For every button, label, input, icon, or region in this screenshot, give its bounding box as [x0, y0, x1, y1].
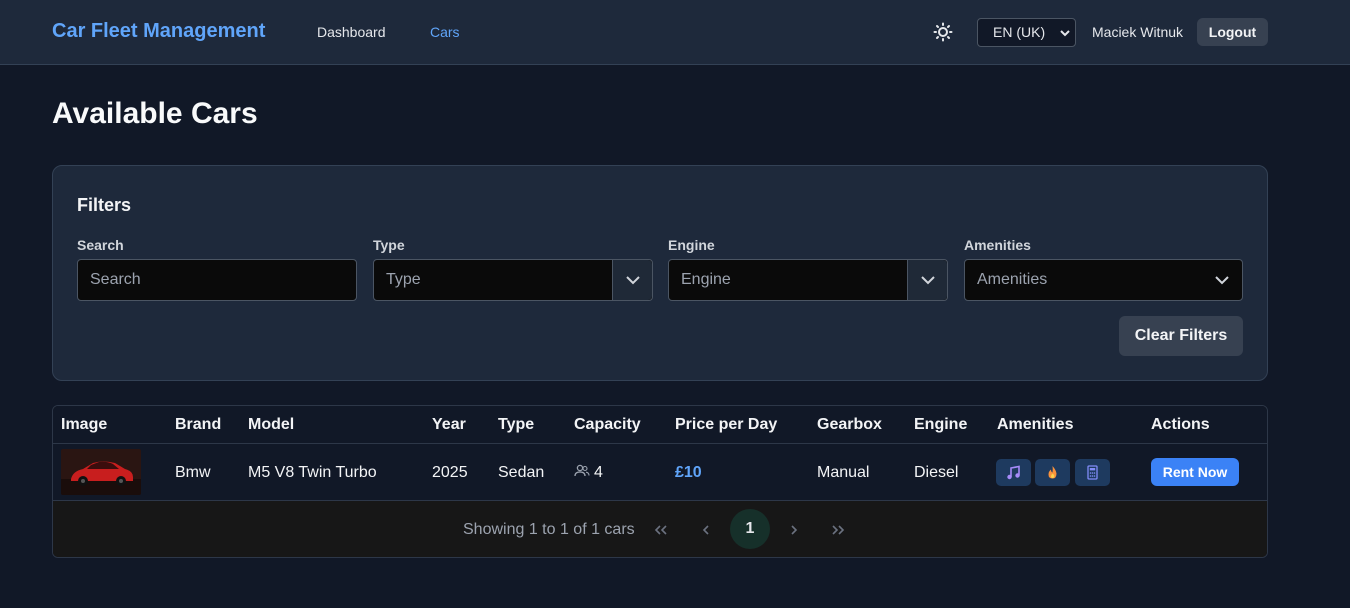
column-header: Capacity [574, 416, 641, 433]
cars-table: Image Brand Model Year Type Capacity Pri… [52, 405, 1268, 558]
type-dropdown-button[interactable] [613, 260, 652, 300]
column-header: Amenities [997, 416, 1074, 433]
car-type: Sedan [498, 464, 545, 481]
column-header: Brand [175, 416, 222, 433]
engine-label: Engine [668, 237, 715, 253]
top-navbar: Car Fleet Management Dashboard Cars EN (… [0, 0, 1350, 65]
column-header: Image [61, 416, 108, 433]
table-header: Image Brand Model Year Type Capacity Pri… [53, 406, 1267, 444]
car-price: £10 [675, 464, 702, 481]
chevron-down-icon [921, 276, 935, 285]
chevron-down-icon [626, 276, 640, 285]
column-header: Type [498, 416, 535, 433]
engine-select[interactable]: Engine [668, 259, 948, 301]
first-page-icon[interactable] [651, 520, 671, 540]
search-label: Search [77, 237, 124, 253]
car-model: M5 V8 Twin Turbo [248, 464, 377, 481]
car-brand: Bmw [175, 464, 211, 481]
calculator-icon [1087, 465, 1098, 480]
filters-panel: Filters Search Search Type Type Engine E… [52, 165, 1268, 381]
language-value: EN (UK) [993, 24, 1046, 40]
rent-now-button[interactable]: Rent Now [1151, 458, 1239, 486]
column-header: Year [432, 416, 466, 433]
logout-button[interactable]: Logout [1197, 18, 1268, 46]
last-page-icon[interactable] [828, 520, 848, 540]
page-title: Available Cars [52, 97, 258, 130]
column-header: Engine [914, 416, 968, 433]
search-placeholder: Search [90, 271, 141, 288]
nav-dashboard[interactable]: Dashboard [317, 24, 386, 40]
amenities-placeholder: Amenities [977, 271, 1048, 288]
flame-icon [1048, 466, 1057, 479]
column-header: Actions [1151, 416, 1210, 433]
clear-filters-button[interactable]: Clear Filters [1119, 316, 1243, 356]
next-page-icon[interactable] [784, 520, 804, 540]
previous-page-icon[interactable] [696, 520, 716, 540]
amenity-badge [1035, 459, 1070, 486]
language-select[interactable]: EN (UK) [977, 18, 1076, 47]
app-brand[interactable]: Car Fleet Management [52, 20, 265, 43]
type-label: Type [373, 237, 405, 253]
pagination-info: Showing 1 to 1 of 1 cars [463, 521, 635, 538]
type-select[interactable]: Type [373, 259, 653, 301]
chevron-down-icon[interactable] [1214, 273, 1230, 287]
amenities-label: Amenities [964, 237, 1031, 253]
car-capacity: 4 [574, 464, 603, 482]
amenity-badge [996, 459, 1031, 486]
column-header: Gearbox [817, 416, 882, 433]
capacity-value: 4 [594, 464, 603, 481]
music-icon [1007, 465, 1020, 480]
engine-dropdown-button[interactable] [908, 260, 947, 300]
user-name: Maciek Witnuk [1092, 24, 1184, 40]
car-engine: Diesel [914, 464, 959, 481]
filters-title: Filters [77, 195, 132, 215]
type-placeholder: Type [386, 271, 421, 288]
search-input[interactable]: Search [77, 259, 357, 301]
pagination: Showing 1 to 1 of 1 cars 1 [53, 501, 1267, 557]
car-year: 2025 [432, 464, 468, 481]
sun-icon[interactable] [933, 22, 953, 42]
column-header: Model [248, 416, 295, 433]
engine-placeholder: Engine [681, 271, 731, 288]
page-button-current[interactable]: 1 [730, 509, 770, 549]
amenities-select[interactable]: Amenities [964, 259, 1243, 301]
car-image[interactable] [61, 449, 141, 495]
nav-cars[interactable]: Cars [430, 24, 460, 40]
column-header: Price per Day [675, 416, 778, 433]
users-icon [574, 464, 590, 477]
car-gearbox: Manual [817, 464, 870, 481]
amenity-badge [1075, 459, 1110, 486]
table-row: Bmw M5 V8 Twin Turbo 2025 Sedan 4 £10 Ma… [53, 444, 1267, 501]
chevron-down-icon [1060, 30, 1070, 37]
